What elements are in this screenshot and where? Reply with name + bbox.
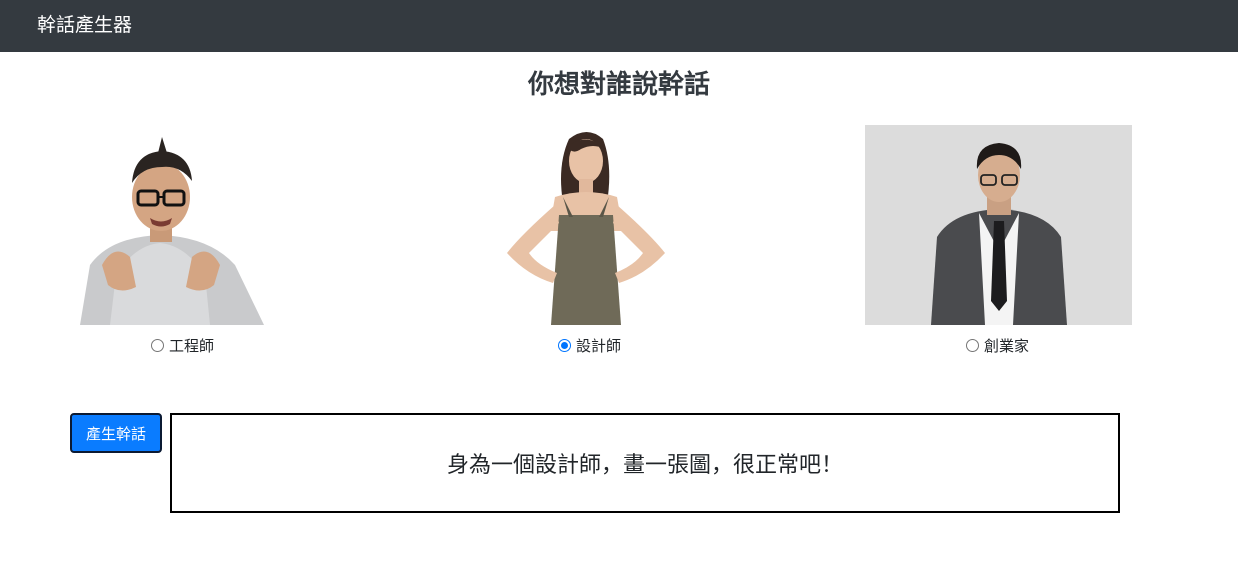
entrepreneur-photo xyxy=(865,125,1132,325)
engineer-photo xyxy=(50,125,268,325)
radio-empty-icon[interactable] xyxy=(151,338,164,352)
option-entrepreneur-label[interactable]: 創業家 xyxy=(984,335,1029,356)
result-box: 身為一個設計師，畫一張圖，很正常吧！ xyxy=(170,413,1120,513)
radio-empty-icon[interactable] xyxy=(966,338,979,352)
option-entrepreneur[interactable]: 創業家 xyxy=(966,335,1029,356)
navbar: 幹話產生器 xyxy=(0,0,1238,52)
radio-filled-icon[interactable] xyxy=(558,338,571,352)
generate-button[interactable]: 產生幹話 xyxy=(70,413,162,453)
result-text: 身為一個設計師，畫一張圖，很正常吧！ xyxy=(446,453,843,478)
option-designer[interactable]: 設計師 xyxy=(558,335,621,356)
page-title: 你想對誰說幹話 xyxy=(527,70,710,100)
option-designer-label[interactable]: 設計師 xyxy=(576,335,621,356)
option-engineer-label[interactable]: 工程師 xyxy=(169,335,214,356)
brand-title[interactable]: 幹話產生器 xyxy=(37,12,132,38)
option-engineer[interactable]: 工程師 xyxy=(151,335,214,356)
designer-photo xyxy=(497,125,674,325)
